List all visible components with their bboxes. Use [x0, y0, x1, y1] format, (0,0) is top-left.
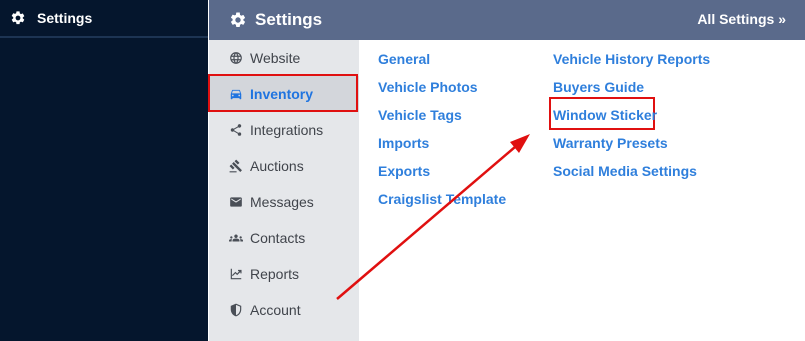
subnav-item-integrations[interactable]: Integrations — [209, 112, 359, 148]
left-nav-header[interactable]: Settings — [0, 0, 208, 38]
subnav-item-contacts[interactable]: Contacts — [209, 220, 359, 256]
link-imports[interactable]: Imports — [378, 135, 429, 151]
subnav-item-label: Integrations — [250, 122, 324, 138]
gavel-icon — [229, 159, 243, 173]
subnav-item-label: Website — [250, 50, 301, 66]
link-buyers-guide[interactable]: Buyers Guide — [553, 79, 644, 95]
settings-header: Settings All Settings » — [209, 0, 805, 40]
link-vehicle-photos[interactable]: Vehicle Photos — [378, 79, 478, 95]
link-vehicle-tags[interactable]: Vehicle Tags — [378, 107, 462, 123]
subnav-item-website[interactable]: Website — [209, 40, 359, 76]
subnav-item-label: Reports — [250, 266, 300, 282]
link-vehicle-history-reports[interactable]: Vehicle History Reports — [553, 51, 710, 67]
gear-icon — [11, 11, 25, 25]
link-general[interactable]: General — [378, 51, 430, 67]
link-social-media-settings[interactable]: Social Media Settings — [553, 163, 697, 179]
gear-icon — [230, 12, 246, 27]
users-icon — [229, 231, 243, 245]
chart-icon — [229, 267, 243, 281]
share-icon — [229, 123, 243, 137]
subnav-item-label: Messages — [250, 194, 314, 210]
shield-icon — [229, 303, 243, 317]
subnav-item-reports[interactable]: Reports — [209, 256, 359, 292]
subnav-item-auctions[interactable]: Auctions — [209, 148, 359, 184]
all-settings-link[interactable]: All Settings » — [697, 11, 786, 27]
link-craigslist-template[interactable]: Craigslist Template — [378, 191, 506, 207]
link-exports[interactable]: Exports — [378, 163, 430, 179]
left-nav-title: Settings — [37, 10, 93, 26]
subnav-item-label: Contacts — [250, 230, 306, 246]
subnav-item-account[interactable]: Account — [209, 292, 359, 328]
page-title: Settings — [255, 10, 323, 29]
arrow-head — [510, 134, 530, 153]
link-window-sticker[interactable]: Window Sticker — [553, 107, 657, 123]
subnav-item-label: Auctions — [250, 158, 304, 174]
link-warranty-presets[interactable]: Warranty Presets — [553, 135, 668, 151]
left-navigation: Settings — [0, 0, 208, 341]
subnav-item-label: Account — [250, 302, 301, 318]
globe-icon — [229, 51, 243, 65]
inventory-highlight-box — [208, 74, 358, 112]
envelope-icon — [229, 195, 243, 209]
subnav-item-messages[interactable]: Messages — [209, 184, 359, 220]
